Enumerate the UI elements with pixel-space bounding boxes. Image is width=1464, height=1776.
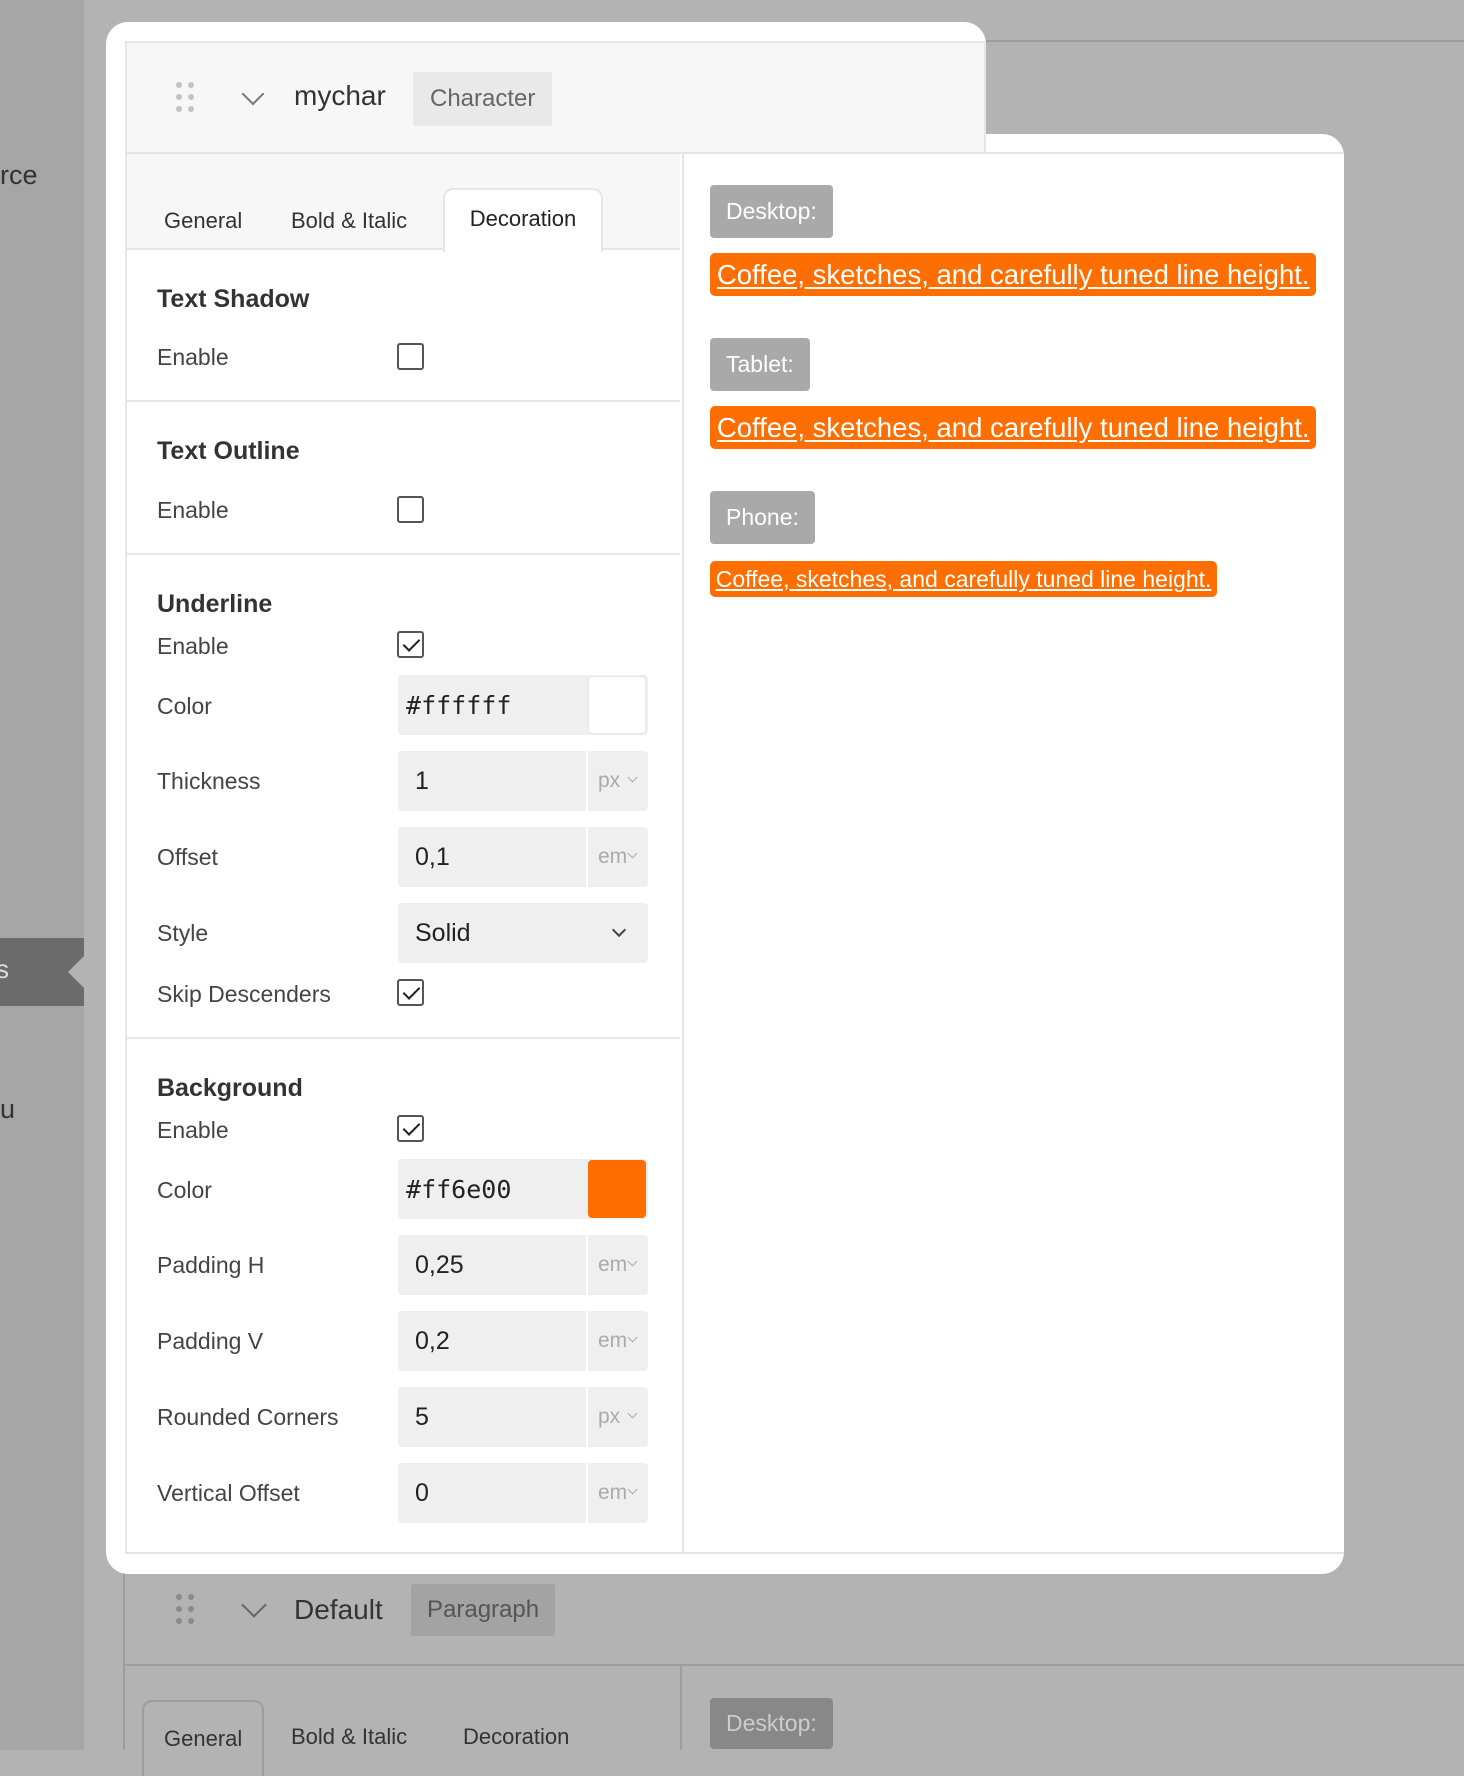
- underline-style-value: Solid: [415, 919, 471, 947]
- underline-color-swatch[interactable]: [588, 676, 646, 734]
- hash-symbol: #: [406, 1175, 422, 1204]
- underline-color-input[interactable]: ffffff: [421, 691, 511, 720]
- vertical-offset-label: Vertical Offset: [157, 1480, 300, 1506]
- phone-preview-text: Coffee, sketches, and carefully tuned li…: [710, 561, 1218, 598]
- chevron-down-icon: [627, 772, 638, 783]
- desktop-label: Desktop:: [710, 185, 833, 238]
- background-item-title: Default: [294, 1594, 383, 1625]
- padding-v-label: Padding V: [157, 1328, 264, 1354]
- background-sidebar-active-item: s: [0, 938, 84, 1006]
- desktop-preview-text: Coffee, sketches, and carefully tuned li…: [710, 253, 1317, 296]
- underline-thickness-input[interactable]: 1: [415, 767, 429, 796]
- background-color-swatch[interactable]: [588, 1160, 646, 1218]
- background-tab: General: [142, 1700, 265, 1776]
- background-sidebar-fragment: s: [0, 954, 9, 984]
- background-item-badge: Paragraph: [411, 1584, 556, 1636]
- background-color-field[interactable]: #ff6e00: [398, 1159, 648, 1219]
- hash-symbol: #: [406, 691, 422, 720]
- drag-handle-icon[interactable]: [176, 82, 198, 114]
- section-title-background: Background: [157, 1074, 303, 1102]
- chevron-down-icon: [627, 848, 638, 859]
- skip-descenders-label: Skip Descenders: [157, 981, 331, 1007]
- tab-bold-italic[interactable]: Bold & Italic: [291, 208, 407, 234]
- underline-thickness-label: Thickness: [157, 768, 261, 794]
- underline-offset-field[interactable]: 0,1 em: [398, 827, 648, 887]
- text-shadow-enable-checkbox[interactable]: [397, 343, 424, 370]
- unit-label: px: [598, 769, 621, 792]
- padding-h-input[interactable]: 0,25: [415, 1251, 464, 1280]
- tab-general[interactable]: General: [164, 208, 242, 234]
- section-divider: [127, 400, 680, 402]
- background-sidebar-fragment: rce: [0, 160, 38, 190]
- section-divider: [127, 1037, 680, 1039]
- rounded-corners-unit-select[interactable]: px: [586, 1387, 648, 1447]
- padding-h-label: Padding H: [157, 1252, 265, 1278]
- underline-enable-label: Enable: [157, 633, 229, 659]
- padding-v-input[interactable]: 0,2: [415, 1327, 450, 1356]
- padding-h-unit-select[interactable]: em: [586, 1235, 648, 1295]
- background-divider: [125, 1664, 1464, 1666]
- underline-offset-label: Offset: [157, 844, 218, 870]
- tablet-label: Tablet:: [710, 338, 810, 391]
- padding-v-field[interactable]: 0,2 em: [398, 1311, 648, 1371]
- section-divider: [127, 553, 680, 555]
- underline-color-label: Color: [157, 693, 212, 719]
- padding-h-field[interactable]: 0,25 em: [398, 1235, 648, 1295]
- underline-offset-input[interactable]: 0,1: [415, 843, 450, 872]
- unit-label: px: [598, 1405, 621, 1428]
- background-drag-handle-icon: [176, 1594, 198, 1626]
- vertical-offset-field[interactable]: 0 em: [398, 1463, 648, 1523]
- background-tab: Decoration: [463, 1724, 570, 1749]
- unit-label: em: [598, 1253, 628, 1276]
- section-title-text-shadow: Text Shadow: [157, 285, 310, 313]
- skip-descenders-checkbox[interactable]: [397, 979, 424, 1006]
- phone-label: Phone:: [710, 491, 815, 544]
- text-outline-enable-checkbox[interactable]: [397, 496, 424, 523]
- background-color-input[interactable]: ff6e00: [421, 1175, 511, 1204]
- background-enable-label: Enable: [157, 1117, 229, 1143]
- tab-decoration[interactable]: Decoration: [443, 188, 603, 252]
- text-outline-enable-label: Enable: [157, 497, 229, 523]
- underline-offset-unit-select[interactable]: em: [586, 827, 648, 887]
- underline-enable-checkbox[interactable]: [397, 631, 424, 658]
- background-device-label: Desktop:: [710, 1698, 833, 1749]
- background-sidebar: [0, 0, 84, 1750]
- underline-style-label: Style: [157, 920, 209, 946]
- chevron-down-icon: [611, 922, 627, 938]
- rounded-corners-label: Rounded Corners: [157, 1404, 339, 1430]
- unit-label: em: [598, 845, 628, 868]
- background-tab: Bold & Italic: [291, 1724, 408, 1749]
- rounded-corners-field[interactable]: 5 px: [398, 1387, 648, 1447]
- vertical-offset-input[interactable]: 0: [415, 1479, 429, 1508]
- padding-v-unit-select[interactable]: em: [586, 1311, 648, 1371]
- section-title-underline: Underline: [157, 590, 273, 618]
- style-type-badge: Character: [413, 72, 553, 126]
- underline-color-field[interactable]: #ffffff: [398, 675, 648, 735]
- background-chevron-down-icon: [241, 1592, 267, 1618]
- unit-label: em: [598, 1481, 628, 1504]
- chevron-down-icon: [627, 1408, 638, 1419]
- underline-style-select[interactable]: Solid: [398, 903, 648, 963]
- chevron-down-icon: [627, 1256, 638, 1267]
- section-title-text-outline: Text Outline: [157, 437, 300, 465]
- text-shadow-enable-label: Enable: [157, 344, 229, 370]
- chevron-down-icon: [627, 1484, 638, 1495]
- background-tabs: General Bold & Italic Decoration: [142, 1700, 682, 1776]
- chevron-down-icon: [627, 1332, 638, 1343]
- background-enable-checkbox[interactable]: [397, 1115, 424, 1142]
- underline-thickness-field[interactable]: 1 px: [398, 751, 648, 811]
- style-item-title: mychar: [294, 80, 386, 111]
- vertical-offset-unit-select[interactable]: em: [586, 1463, 648, 1523]
- background-sidebar-fragment: u: [0, 1094, 16, 1124]
- rounded-corners-input[interactable]: 5: [415, 1403, 429, 1432]
- underline-thickness-unit-select[interactable]: px: [586, 751, 648, 811]
- unit-label: em: [598, 1329, 628, 1352]
- tablet-preview-text: Coffee, sketches, and carefully tuned li…: [710, 406, 1317, 449]
- divider: [125, 1552, 1344, 1554]
- background-color-label: Color: [157, 1177, 212, 1203]
